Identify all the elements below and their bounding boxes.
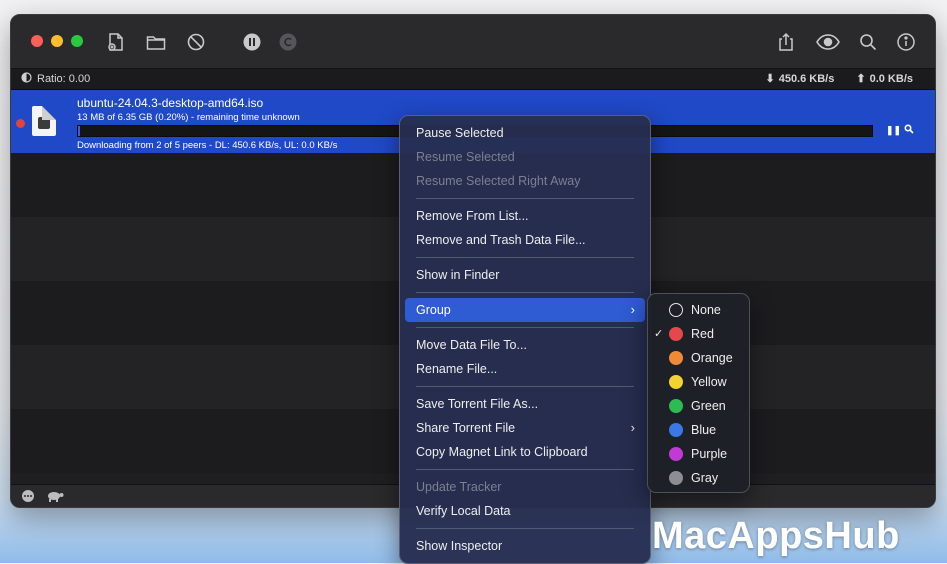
pause-all-icon[interactable] [241,31,263,53]
red-swatch-icon [669,327,683,341]
group-option-purple[interactable]: Purple [648,442,749,466]
group-option-none[interactable]: None [648,298,749,322]
open-torrent-icon[interactable] [105,31,127,53]
menu-item-resume-right-away: Resume Selected Right Away [416,174,581,188]
remove-icon[interactable] [185,31,207,53]
group-option-green[interactable]: Green [648,394,749,418]
orange-swatch-icon [669,351,683,365]
context-menu: Pause Selected Resume Selected Resume Se… [399,115,651,564]
search-icon[interactable] [857,31,879,53]
menu-item-remove-and-trash[interactable]: Remove and Trash Data File... [405,228,645,252]
upload-rate: ⬆ 0.0 KB/s [856,72,913,86]
menu-item-update-tracker: Update Tracker [416,480,502,494]
chevron-right-icon: › [630,302,635,317]
resume-all-icon[interactable] [277,31,299,53]
action-menu-icon[interactable] [21,489,35,507]
menu-item-verify-local-data[interactable]: Verify Local Data [405,499,645,523]
status-bar: Ratio: 0.00 ⬇ 450.6 KB/s ⬆ 0.0 KB/s [11,69,935,90]
row-reveal-search-icon[interactable] [903,124,915,136]
download-rate: ⬇ 450.6 KB/s [765,72,835,86]
purple-swatch-icon [669,447,683,461]
arrow-down-icon: ⬇ [765,73,775,85]
watermark: MacAppsHub [652,515,900,557]
menu-item-rename-file[interactable]: Rename File... [405,357,645,381]
menu-item-save-torrent-file[interactable]: Save Torrent File As... [405,392,645,416]
folder-icon[interactable] [145,31,167,53]
minimize-window-button[interactable] [51,35,63,47]
checkmark-icon: ✓ [654,328,664,340]
torrent-name: ubuntu-24.04.3-desktop-amd64.iso [77,96,264,110]
group-submenu: None ✓ Red Orange Yellow Green Blue Purp… [647,293,750,493]
menu-item-copy-magnet-link[interactable]: Copy Magnet Link to Clipboard [405,440,645,464]
gray-swatch-icon [669,471,683,485]
group-option-yellow[interactable]: Yellow [648,370,749,394]
group-option-blue[interactable]: Blue [648,418,749,442]
group-option-gray[interactable]: Gray [648,466,749,490]
yellow-swatch-icon [669,375,683,389]
info-icon[interactable] [895,31,917,53]
ratio-label: Ratio: 0.00 [37,73,91,85]
toolbar [11,15,935,69]
arrow-up-icon: ⬆ [856,73,866,85]
menu-item-pause-selected[interactable]: Pause Selected [405,121,645,145]
share-icon[interactable] [775,31,797,53]
quicklook-eye-icon[interactable] [815,31,841,53]
menu-item-remove-from-list[interactable]: Remove From List... [405,204,645,228]
ratio-display[interactable]: Ratio: 0.00 [21,72,90,86]
disk-image-file-icon [32,106,56,136]
turtle-speed-limit-icon[interactable] [45,489,65,507]
menu-item-share-torrent-file[interactable]: Share Torrent File › [405,416,645,440]
torrent-progress-text: 13 MB of 6.35 GB (0.20%) - remaining tim… [77,112,300,123]
row-pause-icon[interactable]: ❚❚ [886,124,901,136]
menu-item-group[interactable]: Group › [405,298,645,322]
menu-item-resume-selected: Resume Selected [416,150,515,164]
chevron-right-icon: › [630,420,635,435]
empty-circle-icon [669,303,683,317]
menu-item-show-in-finder[interactable]: Show in Finder [405,263,645,287]
group-color-dot [16,119,25,128]
green-swatch-icon [669,399,683,413]
ratio-icon [21,72,32,86]
close-window-button[interactable] [31,35,43,47]
group-option-red[interactable]: ✓ Red [648,322,749,346]
menu-item-move-data-file[interactable]: Move Data File To... [405,333,645,357]
zoom-window-button[interactable] [71,35,83,47]
menu-item-show-inspector[interactable]: Show Inspector [405,534,645,558]
blue-swatch-icon [669,423,683,437]
group-option-orange[interactable]: Orange [648,346,749,370]
torrent-peers-text: Downloading from 2 of 5 peers - DL: 450.… [77,140,338,151]
